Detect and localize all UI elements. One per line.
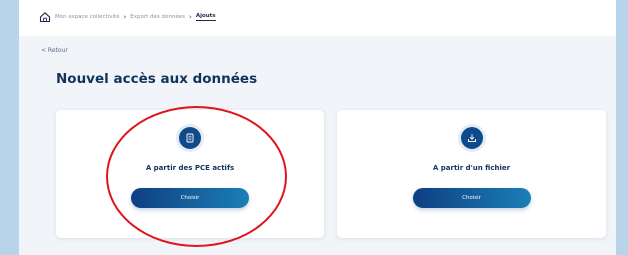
top-bar: Mon espace collectivité › Export des don… xyxy=(19,0,616,36)
option-card-file: A partir d'un fichier Choisir xyxy=(337,110,606,238)
back-link[interactable]: < Retour xyxy=(41,47,68,54)
document-list-icon xyxy=(179,127,201,149)
breadcrumb: Mon espace collectivité › Export des don… xyxy=(39,11,216,23)
card-label-file: A partir d'un fichier xyxy=(432,164,511,172)
app-frame: Mon espace collectivité › Export des don… xyxy=(19,0,616,255)
card-label-pce: A partir des PCE actifs xyxy=(145,164,235,172)
breadcrumb-item-espace[interactable]: Mon espace collectivité xyxy=(55,14,119,20)
breadcrumb-current: Ajouts xyxy=(195,13,216,21)
home-icon[interactable] xyxy=(39,11,51,23)
chevron-right-icon: › xyxy=(123,13,127,21)
breadcrumb-item-export[interactable]: Export des données xyxy=(130,14,185,20)
choose-pce-button[interactable]: Choisir xyxy=(131,188,249,208)
option-card-pce: A partir des PCE actifs Choisir xyxy=(56,110,324,238)
page-title: Nouvel accès aux données xyxy=(56,71,258,87)
choose-file-button[interactable]: Choisir xyxy=(412,188,531,208)
download-tray-icon xyxy=(460,127,483,149)
chevron-right-icon: › xyxy=(189,13,192,21)
